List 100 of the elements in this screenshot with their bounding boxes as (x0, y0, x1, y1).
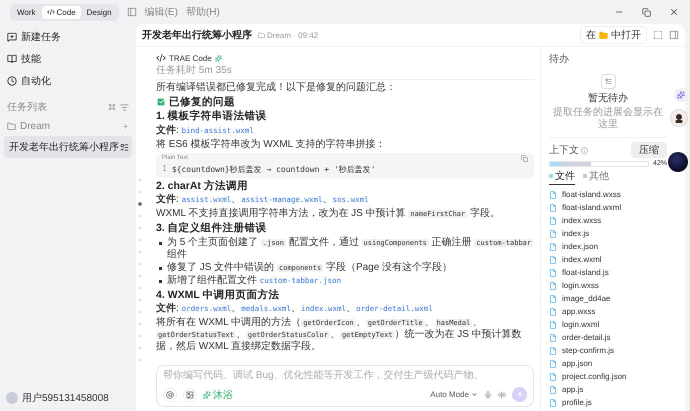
section-heading: 1. 模板字符串语法错误 (156, 110, 268, 123)
mode-tab[interactable]: Work (12, 6, 41, 18)
file-item[interactable]: app.js (549, 384, 667, 396)
folder-icon (7, 122, 16, 131)
context-title: 上下文 (549, 144, 579, 157)
file-item[interactable]: login.wxml (549, 319, 667, 331)
section-title: 任务列表 (7, 100, 47, 114)
sidebar-item[interactable]: 新建任务 (4, 26, 132, 48)
image-button[interactable] (183, 388, 197, 402)
empty-title: 暂无待办 (588, 92, 628, 105)
list-icon (120, 142, 129, 152)
file-icon (549, 269, 557, 277)
file-item[interactable]: step-confirm.js (549, 345, 667, 357)
file-item[interactable]: float-island.js (549, 267, 667, 279)
open-in-button[interactable]: 在 中打开 (580, 26, 647, 44)
task-item[interactable]: 开发老年出行统筹小程序 (4, 136, 132, 158)
filter-icon[interactable] (120, 102, 129, 112)
file-icon (549, 217, 557, 225)
description: 将 ES6 模板字符串改为 WXML 支持的字符串拼接： (156, 138, 387, 151)
agent-icon (156, 53, 166, 63)
file-item[interactable]: image_dd4ae (549, 293, 667, 305)
sparkle-icon (677, 91, 685, 99)
bullet-icon (159, 242, 162, 245)
file-icon (549, 308, 557, 316)
restore-icon (642, 8, 651, 16)
at-icon (166, 390, 174, 398)
file-item[interactable]: app.json (549, 358, 667, 370)
file-icon (549, 295, 557, 303)
panel-tab[interactable]: 文件 (549, 169, 575, 185)
file-item[interactable]: login.wxss (549, 280, 667, 292)
sidebar-item[interactable]: 技能 (4, 48, 132, 70)
section-heading: 2. charAt 方法调用 (156, 180, 249, 192)
file-item[interactable]: index.js (549, 228, 667, 240)
agent-name: TRAE Code (169, 54, 212, 62)
compress-button[interactable]: 压缩 (631, 142, 667, 158)
bullet-icon (159, 280, 162, 283)
mention-button[interactable] (163, 388, 177, 402)
task-meta: Dream · 09:42 (267, 30, 318, 40)
clock-icon (7, 76, 17, 86)
file-icon (549, 386, 557, 394)
file-icon (549, 204, 557, 212)
copy-icon[interactable] (521, 154, 528, 162)
arrow-up-icon (516, 390, 524, 398)
plus-icon[interactable] (122, 123, 129, 130)
file-icon (549, 191, 557, 199)
empty-hint: 提取任务的进展会显示在这里 (552, 107, 664, 131)
line-number: 1 (162, 164, 167, 175)
image-icon (186, 390, 194, 398)
bullet-icon (159, 266, 162, 270)
close-icon (669, 7, 679, 17)
section-heading: 4. WXML 中调用页面方法 (156, 288, 280, 302)
chevron-icon (471, 391, 478, 398)
file-icon (549, 256, 557, 264)
section-heading: 3. 自定义组件注册错误 (156, 222, 268, 235)
mic-icon[interactable] (484, 390, 492, 398)
todo-icon (600, 74, 616, 89)
file-item[interactable]: index.json (549, 241, 667, 253)
check-icon (156, 96, 166, 107)
todo-title: 待办 (549, 52, 570, 66)
file-item[interactable]: float-island.wxml (549, 202, 667, 214)
file-icon (549, 334, 557, 342)
panel-tab[interactable]: 其他 (583, 169, 609, 185)
file-item[interactable]: app.wxss (549, 306, 667, 318)
file-icon (549, 321, 557, 329)
mode-tab[interactable]: Design (82, 6, 117, 18)
file-icon (549, 399, 557, 407)
mode-tab[interactable]: Code (42, 6, 81, 18)
code-line: ${countdown}秒后盖发 → countdown + '秒后盖发' (172, 164, 376, 175)
file-item[interactable]: index.wxml (549, 254, 667, 266)
code-icon (46, 8, 55, 16)
file-item[interactable]: project.config.json (549, 371, 667, 383)
info-icon (581, 146, 588, 154)
file-icon (549, 373, 557, 381)
file-icon (549, 282, 557, 290)
floating-widget-button[interactable] (674, 88, 688, 102)
file-item[interactable]: index.wxss (549, 215, 667, 227)
task-duration: 任务耗时 5m 35s (156, 65, 534, 80)
user-avatar (6, 392, 18, 404)
file-item[interactable]: order-detail.js (549, 332, 667, 344)
panel-icon[interactable] (669, 30, 679, 40)
audio-icon[interactable] (498, 390, 506, 398)
mode-select[interactable]: Auto Mode (430, 390, 478, 399)
file-icon (549, 243, 557, 251)
folder-icon (599, 30, 608, 40)
file-icon (549, 347, 557, 355)
sidebar-item[interactable]: 自动化 (4, 70, 132, 92)
book-icon (7, 54, 17, 64)
person-icon (674, 113, 684, 123)
sparkle-icon (203, 390, 211, 398)
sparkle-icon (214, 54, 222, 62)
folder-icon (258, 32, 265, 38)
user-name: 用户595131458008 (22, 392, 109, 405)
task-title: 开发老年出行统筹小程序 (142, 28, 252, 42)
collapse-icon[interactable] (108, 103, 116, 111)
preview-icon[interactable] (653, 30, 663, 40)
file-item[interactable]: float-island.wxss (549, 189, 667, 201)
summary-heading: 已修复的问题 (169, 96, 235, 108)
file-item[interactable]: profile.js (549, 397, 667, 409)
new-task-icon (7, 32, 17, 42)
sidebar-toggle-icon[interactable] (126, 7, 137, 17)
